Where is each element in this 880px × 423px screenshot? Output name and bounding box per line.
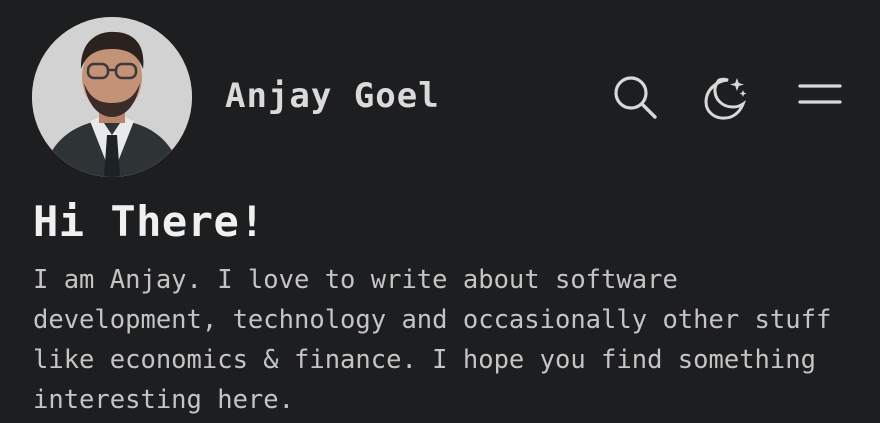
theme-toggle-button[interactable] <box>698 72 748 122</box>
intro-section: Hi There! I am Anjay. I love to write ab… <box>33 196 863 420</box>
intro-title: Hi There! <box>33 197 266 246</box>
avatar[interactable] <box>32 17 192 177</box>
search-icon <box>614 76 657 119</box>
search-button[interactable] <box>610 72 660 122</box>
menu-button[interactable] <box>795 72 845 122</box>
avatar-photo <box>32 17 192 177</box>
menu-icon <box>798 84 842 104</box>
moon-icon <box>704 77 747 120</box>
intro-text: I am Anjay. I love to write about softwa… <box>33 265 832 415</box>
site-title[interactable]: Anjay Goel <box>225 76 440 116</box>
site-header: Anjay Goel <box>0 0 880 195</box>
